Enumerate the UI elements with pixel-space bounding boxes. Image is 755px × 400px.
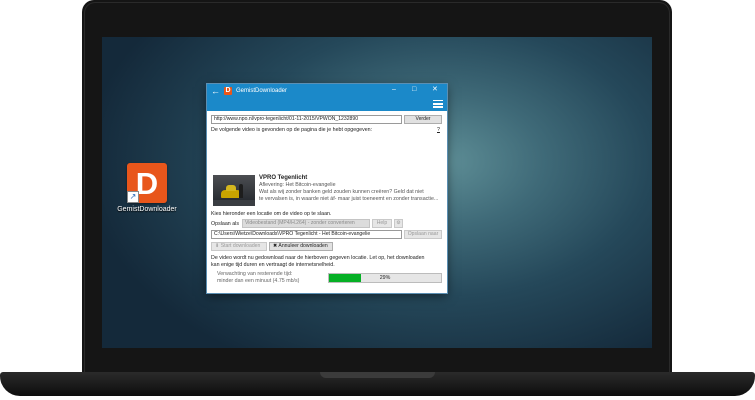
format-select[interactable]: Videobestand (MP4/H.264) - zonder conver… <box>242 219 370 228</box>
start-download-label: Start downloaden <box>220 243 261 249</box>
back-arrow-icon[interactable]: ← <box>211 86 220 96</box>
video-description-line-2: te vervalsen is, in waarde niet áf- maar… <box>259 196 439 202</box>
laptop-notch <box>320 372 435 378</box>
video-thumbnail <box>213 175 255 206</box>
found-video-text: De volgende video is gevonden op de pagi… <box>211 127 373 133</box>
video-episode: Aflevering: Het Bitcoin-evangelie <box>259 182 336 188</box>
help-link[interactable]: ? <box>437 127 440 133</box>
start-download-button[interactable]: ⬇ Start downloaden <box>211 242 267 251</box>
video-title: VPRO Tegenlicht <box>259 175 308 181</box>
maximize-button[interactable]: □ <box>412 86 416 94</box>
progress-percentage: 29% <box>379 275 391 281</box>
video-description-line-1: Wat als wij zonder banken geld zouden ku… <box>259 189 424 195</box>
shortcut-arrow-icon: ↗ <box>127 191 139 203</box>
save-as-label: Opslaan als <box>211 221 239 227</box>
save-to-button[interactable]: Opslaan naar <box>404 230 442 239</box>
minimize-button[interactable]: – <box>392 86 396 94</box>
hamburger-menu-icon[interactable] <box>433 100 443 108</box>
desktop-screen: D ↗ GemistDownloader ← D GemistDownloade… <box>102 37 652 348</box>
status-line-1: De video wordt nu gedownload naar de hie… <box>211 255 425 261</box>
save-path-input[interactable]: C:\Users\Wietze\Downloads\VPRO Tegenlich… <box>211 230 402 239</box>
desktop-shortcut-gemistdownloader[interactable]: D ↗ GemistDownloader <box>116 163 178 213</box>
download-icon: ⬇ <box>215 243 220 249</box>
cancel-download-button[interactable]: ✖ Annuleer downloaden <box>269 242 333 251</box>
close-button[interactable]: ✕ <box>432 86 438 94</box>
cancel-icon: ✖ <box>273 243 278 249</box>
app-logo-icon: D <box>224 87 232 95</box>
remaining-time-label: Verwachting van resterende tijd: <box>217 271 293 277</box>
menu-bar <box>207 98 447 111</box>
settings-gear-icon[interactable]: ⚙ <box>394 219 403 228</box>
verder-button[interactable]: Verder <box>404 115 442 124</box>
status-line-2: kan enige tijd duren en vertraagt de int… <box>211 262 335 268</box>
url-input[interactable]: http://www.npo.nl/vpro-tegenlicht/01-11-… <box>211 115 402 124</box>
desktop-icon-label: GemistDownloader <box>117 206 177 213</box>
title-bar: ← D GemistDownloader – □ ✕ <box>207 84 447 98</box>
download-progress-bar: 29% <box>328 273 442 283</box>
help-button[interactable]: Help <box>372 219 392 228</box>
app-window: ← D GemistDownloader – □ ✕ http://www.np… <box>207 84 447 293</box>
cancel-download-label: Annuleer downloaden <box>278 243 328 249</box>
location-instruction: Kies hieronder een locatie om de video o… <box>211 211 332 217</box>
gemistdownloader-app-icon: D ↗ <box>127 163 167 203</box>
window-title: GemistDownloader <box>236 88 288 94</box>
remaining-time-value: minder dan een minuut (4.75 mb/s) <box>217 278 300 284</box>
